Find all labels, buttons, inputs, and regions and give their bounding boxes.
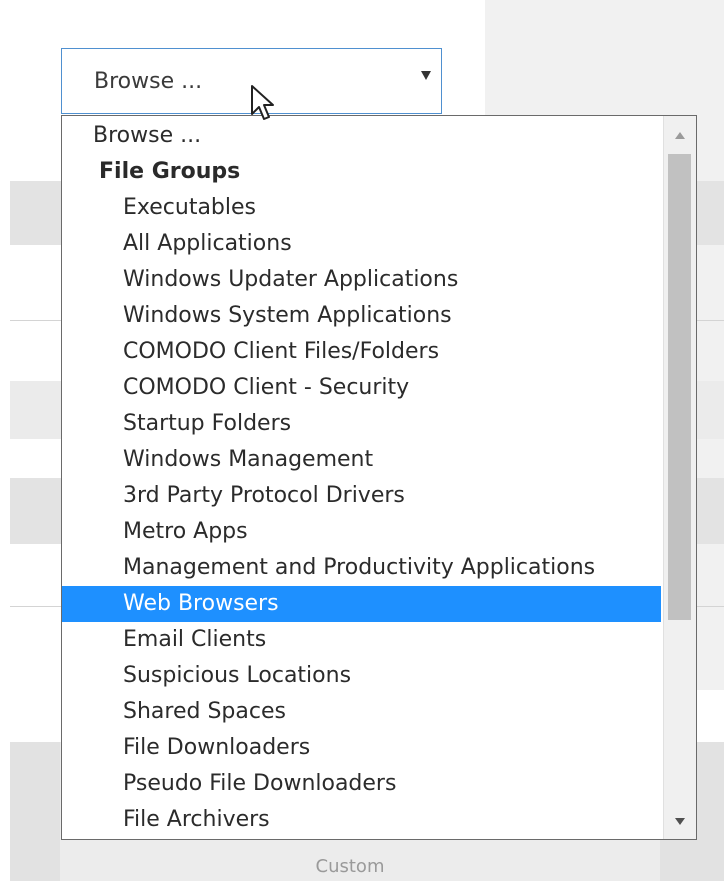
dropdown-list[interactable]: File Archivers Pseudo File Downloaders Fil… [61, 115, 697, 840]
dropdown-option[interactable]: COMODO Client Files/Folders [62, 334, 661, 370]
dropdown-option[interactable]: Web Browsers [62, 586, 661, 622]
chevron-down-icon[interactable] [421, 71, 431, 80]
scrollbar[interactable] [663, 116, 696, 839]
dropdown-option[interactable]: Suspicious Locations [62, 658, 661, 694]
scrollbar-thumb[interactable] [668, 154, 691, 620]
dropdown-option[interactable]: Email Clients [62, 622, 661, 658]
dropdown-option[interactable]: Windows Updater Applications [62, 262, 661, 298]
scroll-up-icon[interactable] [675, 132, 685, 139]
scroll-down-icon[interactable] [675, 818, 685, 825]
dropdown-option[interactable]: Startup Folders [62, 406, 661, 442]
dropdown-option[interactable]: 3rd Party Protocol Drivers [62, 478, 661, 514]
dropdown-option[interactable]: All Applications [62, 226, 661, 262]
dropdown-option[interactable]: Windows System Applications [62, 298, 661, 334]
option-group-header: File Groups [99, 159, 241, 184]
mouse-pointer-icon [251, 85, 274, 120]
dropdown-option[interactable]: Executables [62, 190, 661, 226]
dropdown-option[interactable]: Management and Productivity Applications [62, 550, 661, 586]
select-value: Browse ... [94, 69, 203, 94]
dropdown-option[interactable]: Shared Spaces [62, 694, 661, 730]
dropdown-option[interactable]: Metro Apps [62, 514, 661, 550]
custom-label: Custom [315, 856, 385, 877]
dropdown-option[interactable]: COMODO Client - Security [62, 370, 661, 406]
dropdown-option[interactable]: File Downloaders [62, 730, 661, 766]
dropdown-option[interactable]: File Archivers [62, 802, 661, 838]
dropdown-option[interactable]: Browse ... [62, 118, 661, 154]
dropdown-option[interactable]: Pseudo File Downloaders [62, 766, 661, 802]
dropdown-option[interactable]: Windows Management [62, 442, 661, 478]
